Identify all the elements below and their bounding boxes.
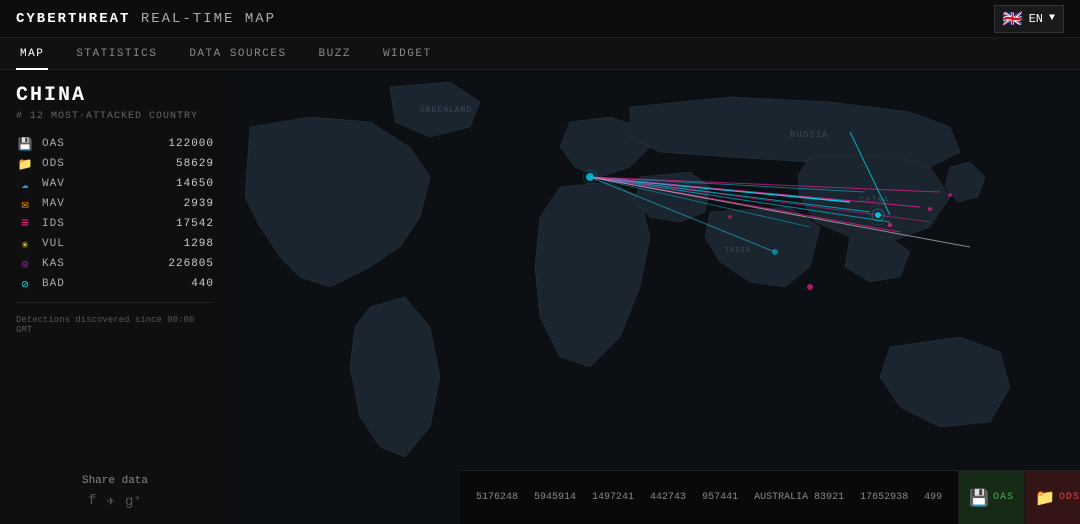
mav-label: MAV [42,198,65,210]
bottom-icons: 💾 OAS 📁 ODS ☁ WAV ✉ MAV ≡ IDS [958,471,1080,524]
oas-icon: 💾 [16,137,34,151]
kas-value: 226805 [168,258,214,270]
nav-item-widget[interactable]: WIDGET [379,38,436,70]
world-map: GREENLAND RUSSIA CHINA INDIA [230,70,1080,524]
main-content: CHINA # 12 MOST-ATTACKED COUNTRY 💾 OAS 1… [0,70,1080,524]
vul-value: 1298 [184,238,214,250]
stat-left-oas: 💾 OAS [16,137,65,151]
stats-list: 💾 OAS 122000 📁 ODS 58629 ☁ WAV 14650 [16,134,214,294]
stat-num-5: AUSTRALIA 83921 [746,492,852,503]
title-cyber: CYBERTHREAT [16,11,130,27]
chevron-down-icon: ▼ [1049,13,1055,24]
svg-text:GREENLAND: GREENLAND [420,106,472,115]
mav-icon: ✉ [16,197,34,211]
stat-left-vul: ✳ VUL [16,237,65,251]
language-selector[interactable]: 🇬🇧 EN ▼ [994,5,1064,33]
stat-num-0: 5176248 [468,492,526,503]
wav-icon: ☁ [16,177,34,191]
stat-left-bad: ⊘ BAD [16,277,65,291]
ids-value: 17542 [176,218,214,230]
stat-row-ids: ≡ IDS 17542 [16,214,214,234]
kas-label: KAS [42,258,65,270]
stat-row-vul: ✳ VUL 1298 [16,234,214,254]
svg-text:INDIA: INDIA [725,247,751,255]
oas-label: OAS [42,138,65,150]
nav-item-data-sources[interactable]: DATA SOURCES [185,38,290,70]
stat-row-wav: ☁ WAV 14650 [16,174,214,194]
bad-label: BAD [42,278,65,290]
stat-num-1: 5945914 [526,492,584,503]
stat-num-6: 17652938 [852,492,916,503]
stat-num-7: 499 [916,492,950,503]
bottom-stats: 5176248 5945914 1497241 442743 957441 AU… [460,492,958,503]
bottom-ods-label: ODS [1059,492,1080,503]
stat-row-oas: 💾 OAS 122000 [16,134,214,154]
left-panel: CHINA # 12 MOST-ATTACKED COUNTRY 💾 OAS 1… [0,70,230,524]
stat-row-bad: ⊘ BAD 440 [16,274,214,294]
divider [16,302,214,303]
wav-label: WAV [42,178,65,190]
nav-item-map[interactable]: MAP [16,38,48,70]
bottom-ods-icon: 📁 [1035,488,1055,508]
stat-left-ods: 📁 ODS [16,157,65,171]
stat-num-3: 442743 [642,492,694,503]
stat-row-kas: ⊙ KAS 226805 [16,254,214,274]
app-title: CYBERTHREAT REAL-TIME MAP [16,11,276,27]
ods-label: ODS [42,158,65,170]
lang-label: EN [1029,12,1043,26]
ods-icon: 📁 [16,157,34,171]
stat-left-wav: ☁ WAV [16,177,65,191]
bad-value: 440 [191,278,214,290]
bottom-bar: 5176248 5945914 1497241 442743 957441 AU… [460,470,1080,524]
oas-value: 122000 [168,138,214,150]
vul-label: VUL [42,238,65,250]
facebook-icon[interactable]: f [88,493,96,510]
map-area: GREENLAND RUSSIA CHINA INDIA [230,70,1080,524]
kas-icon: ⊙ [16,257,34,271]
bottom-icon-oas[interactable]: 💾 OAS [958,471,1024,524]
title-realtime: REAL-TIME MAP [130,11,276,27]
stat-num-2: 1497241 [584,492,642,503]
ids-label: IDS [42,218,65,230]
nav-bar: MAP STATISTICS DATA SOURCES BUZZ WIDGET [0,38,1080,70]
stat-left-mav: ✉ MAV [16,197,65,211]
header: CYBERTHREAT REAL-TIME MAP 🇬🇧 EN ▼ [0,0,1080,38]
wav-value: 14650 [176,178,214,190]
vul-icon: ✳ [16,237,34,251]
stat-num-4: 957441 [694,492,746,503]
bottom-oas-icon: 💾 [969,488,989,508]
stat-row-mav: ✉ MAV 2939 [16,194,214,214]
stat-row-ods: 📁 ODS 58629 [16,154,214,174]
bottom-oas-label: OAS [993,492,1014,503]
nav-item-statistics[interactable]: STATISTICS [72,38,161,70]
detection-note: Detections discovered since 00:00 GMT [16,315,214,335]
share-label: Share data [16,475,214,487]
country-rank: # 12 MOST-ATTACKED COUNTRY [16,111,214,122]
twitter-icon[interactable]: ✈ [107,493,115,510]
svg-text:RUSSIA: RUSSIA [790,130,828,140]
country-name: CHINA [16,84,214,107]
googleplus-icon[interactable]: g⁺ [125,493,142,510]
ods-value: 58629 [176,158,214,170]
flag-icon: 🇬🇧 [1003,9,1023,29]
ids-icon: ≡ [16,217,34,231]
stat-left-kas: ⊙ KAS [16,257,65,271]
stat-left-ids: ≡ IDS [16,217,65,231]
bad-icon: ⊘ [16,277,34,291]
share-section: Share data f ✈ g⁺ [16,467,214,510]
bottom-icon-ods[interactable]: 📁 ODS [1024,471,1080,524]
nav-item-buzz[interactable]: BUZZ [315,38,355,70]
social-icons: f ✈ g⁺ [16,493,214,510]
mav-value: 2939 [184,198,214,210]
